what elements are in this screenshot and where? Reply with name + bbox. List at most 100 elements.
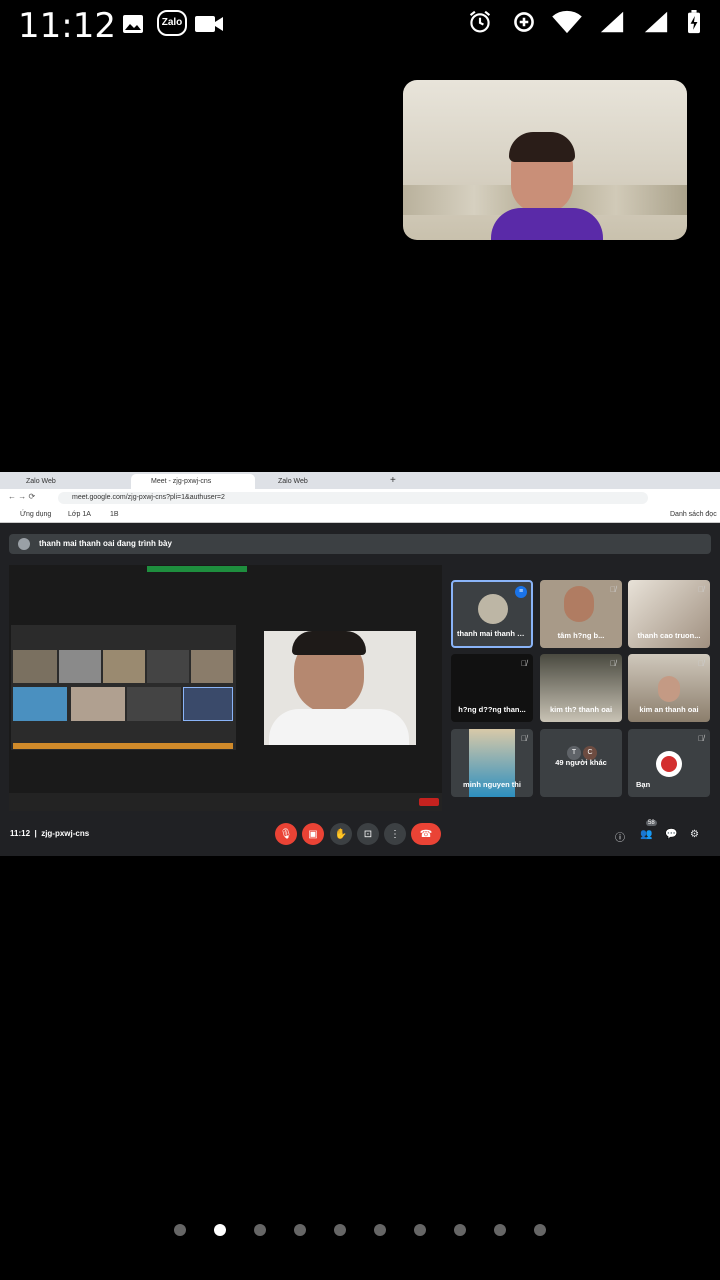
- nested-tile: [13, 650, 57, 683]
- tab-label: Meet - zjg-pxwj-cns: [151, 478, 212, 485]
- participant-tile-others[interactable]: T C 49 người khác: [540, 729, 622, 797]
- speaking-indicator-icon: ≡: [515, 586, 527, 598]
- mic-off-icon: 🎙̸: [698, 734, 704, 743]
- data-saver-icon: [514, 12, 534, 32]
- participant-tile-kim-an[interactable]: 🎙̸ kim an thanh oai: [628, 654, 710, 722]
- page-dot[interactable]: [174, 1224, 186, 1236]
- battery-charging-icon: [688, 10, 700, 34]
- signal-icon-2: [644, 11, 668, 33]
- url-text: meet.google.com/zjg-pxwj-cns?pli=1&authu…: [72, 494, 225, 501]
- nested-tile: [183, 687, 233, 721]
- participant-tile-minh-nguyen[interactable]: 🎙̸ minh nguyen thi: [451, 729, 533, 797]
- page-dot[interactable]: [374, 1224, 386, 1236]
- mic-off-icon: 🎙̸: [521, 734, 527, 743]
- browser-tab-bar: Zalo Web Meet - zjg-pxwj-cns Zalo Web +: [0, 472, 720, 489]
- participant-name: h?ng d??ng than...: [458, 705, 526, 714]
- participant-name: kim th? thanh oai: [549, 705, 613, 714]
- participant-name: minh nguyen thi: [463, 780, 521, 789]
- bookmark-apps[interactable]: Ứng dụng: [20, 511, 51, 518]
- participant-tile-thanh-mai[interactable]: ≡ thanh mai thanh oai: [451, 580, 533, 648]
- presenting-banner: thanh mai thanh oai đang trình bày: [9, 534, 711, 554]
- browser-tab-meet[interactable]: Meet - zjg-pxwj-cns: [131, 474, 255, 489]
- meeting-code: zjg-pxwj-cns: [41, 829, 90, 838]
- camera-toggle-button[interactable]: ▣: [302, 823, 324, 845]
- zalo-icon: Zalo: [157, 10, 187, 36]
- participant-name: thanh mai thanh oai: [457, 629, 528, 638]
- participant-name: thanh cao truon...: [637, 631, 701, 640]
- browser-tab-zalo-2[interactable]: Zalo Web: [258, 474, 380, 489]
- page-dot[interactable]: [294, 1224, 306, 1236]
- nested-end-button: [419, 798, 439, 806]
- chat-icon[interactable]: 💬: [665, 829, 677, 840]
- mic-toggle-button[interactable]: 🎙: [275, 823, 297, 845]
- present-button[interactable]: ⊡: [357, 823, 379, 845]
- meeting-time: 11:12: [10, 829, 31, 838]
- mic-off-icon: 🎙̸: [698, 659, 704, 668]
- page-dot[interactable]: [534, 1224, 546, 1236]
- participant-tile-kim-thu[interactable]: 🎙̸ kim th? thanh oai: [540, 654, 622, 722]
- nested-taskbar: [13, 743, 233, 749]
- status-time: 11:12: [18, 6, 116, 46]
- meeting-info: 11:12 | zjg-pxwj-cns: [10, 829, 89, 838]
- zalo-icon-label: Zalo: [161, 17, 183, 28]
- pip-camera-view[interactable]: [403, 80, 687, 240]
- mic-off-icon: 🎙̸: [521, 659, 527, 668]
- meeting-control-bar: 11:12 | zjg-pxwj-cns 🎙 ▣ ✋ ⊡ ⋮ ☎ ⓘ 👥 58 …: [0, 817, 720, 856]
- participant-name: kim an thanh oai: [639, 705, 699, 714]
- participant-tile-tam-hong[interactable]: 🎙̸ tâm h?ng b...: [540, 580, 622, 648]
- shared-screen-image: Zalo Web Meet - zjg-pxwj-cns Zalo Web + …: [0, 472, 720, 856]
- info-icon[interactable]: ⓘ: [615, 829, 625, 844]
- participant-name: 49 người khác: [555, 758, 607, 767]
- alarm-icon: [469, 10, 491, 33]
- pip-person-hair: [509, 132, 575, 162]
- signal-icon: [600, 11, 624, 33]
- more-options-button[interactable]: ⋮: [384, 823, 406, 845]
- bookmark-1b[interactable]: 1B: [110, 511, 119, 518]
- nested-tiles-panel: [11, 625, 236, 750]
- people-icon[interactable]: 👥: [640, 829, 652, 840]
- participant-tile-thanh-cao[interactable]: 🎙̸ thanh cao truon...: [628, 580, 710, 648]
- mic-off-icon: 🎙̸: [610, 585, 616, 594]
- mic-off-icon: 🎙̸: [610, 659, 616, 668]
- leave-call-button[interactable]: ☎: [411, 823, 441, 845]
- rose-avatar-icon: [661, 756, 677, 772]
- page-dot[interactable]: [494, 1224, 506, 1236]
- participant-tile-hong-duong[interactable]: 🎙̸ h?ng d??ng than...: [451, 654, 533, 722]
- participant-face: [564, 586, 594, 622]
- nested-tile: [103, 650, 145, 683]
- nested-tile: [191, 650, 233, 683]
- participant-name: tâm h?ng b...: [557, 631, 605, 640]
- page-dot[interactable]: [214, 1224, 226, 1236]
- raise-hand-button[interactable]: ✋: [330, 823, 352, 845]
- page-dot[interactable]: [254, 1224, 266, 1236]
- bookmark-1a[interactable]: Lớp 1A: [68, 511, 91, 518]
- new-tab-icon[interactable]: +: [390, 475, 396, 486]
- url-field[interactable]: meet.google.com/zjg-pxwj-cns?pli=1&authu…: [58, 492, 648, 504]
- page-dot[interactable]: [454, 1224, 466, 1236]
- wifi-icon: [552, 10, 582, 34]
- status-bar: 11:12 Zalo: [0, 0, 720, 50]
- video-icon: [195, 16, 223, 32]
- tab-label: Zalo Web: [26, 478, 56, 485]
- nested-tile: [147, 650, 189, 683]
- speaker-video: [264, 631, 416, 745]
- nested-toolbar: [147, 566, 247, 572]
- avatar: [478, 594, 508, 624]
- reading-list[interactable]: Danh sách đọc: [670, 511, 717, 518]
- presentation-view: [9, 565, 442, 811]
- participant-count-badge: 58: [646, 820, 657, 826]
- page-dot[interactable]: [334, 1224, 346, 1236]
- participant-tile-you[interactable]: 🎙̸ Bạn: [628, 729, 710, 797]
- nested-tile: [71, 687, 125, 721]
- speaker-hair: [292, 631, 366, 655]
- presenter-avatar: [18, 538, 30, 550]
- nav-buttons-icon[interactable]: ← → ⟳: [8, 492, 35, 501]
- tab-label: Zalo Web: [278, 478, 308, 485]
- bookmarks-bar: Ứng dụng Lớp 1A 1B Danh sách đọc: [0, 507, 720, 523]
- activities-icon[interactable]: ⚙: [690, 829, 699, 840]
- page-dot[interactable]: [414, 1224, 426, 1236]
- browser-tab-zalo[interactable]: Zalo Web: [6, 474, 128, 489]
- participant-face: [658, 676, 680, 702]
- pip-person-body: [491, 208, 603, 240]
- nested-tile: [127, 687, 181, 721]
